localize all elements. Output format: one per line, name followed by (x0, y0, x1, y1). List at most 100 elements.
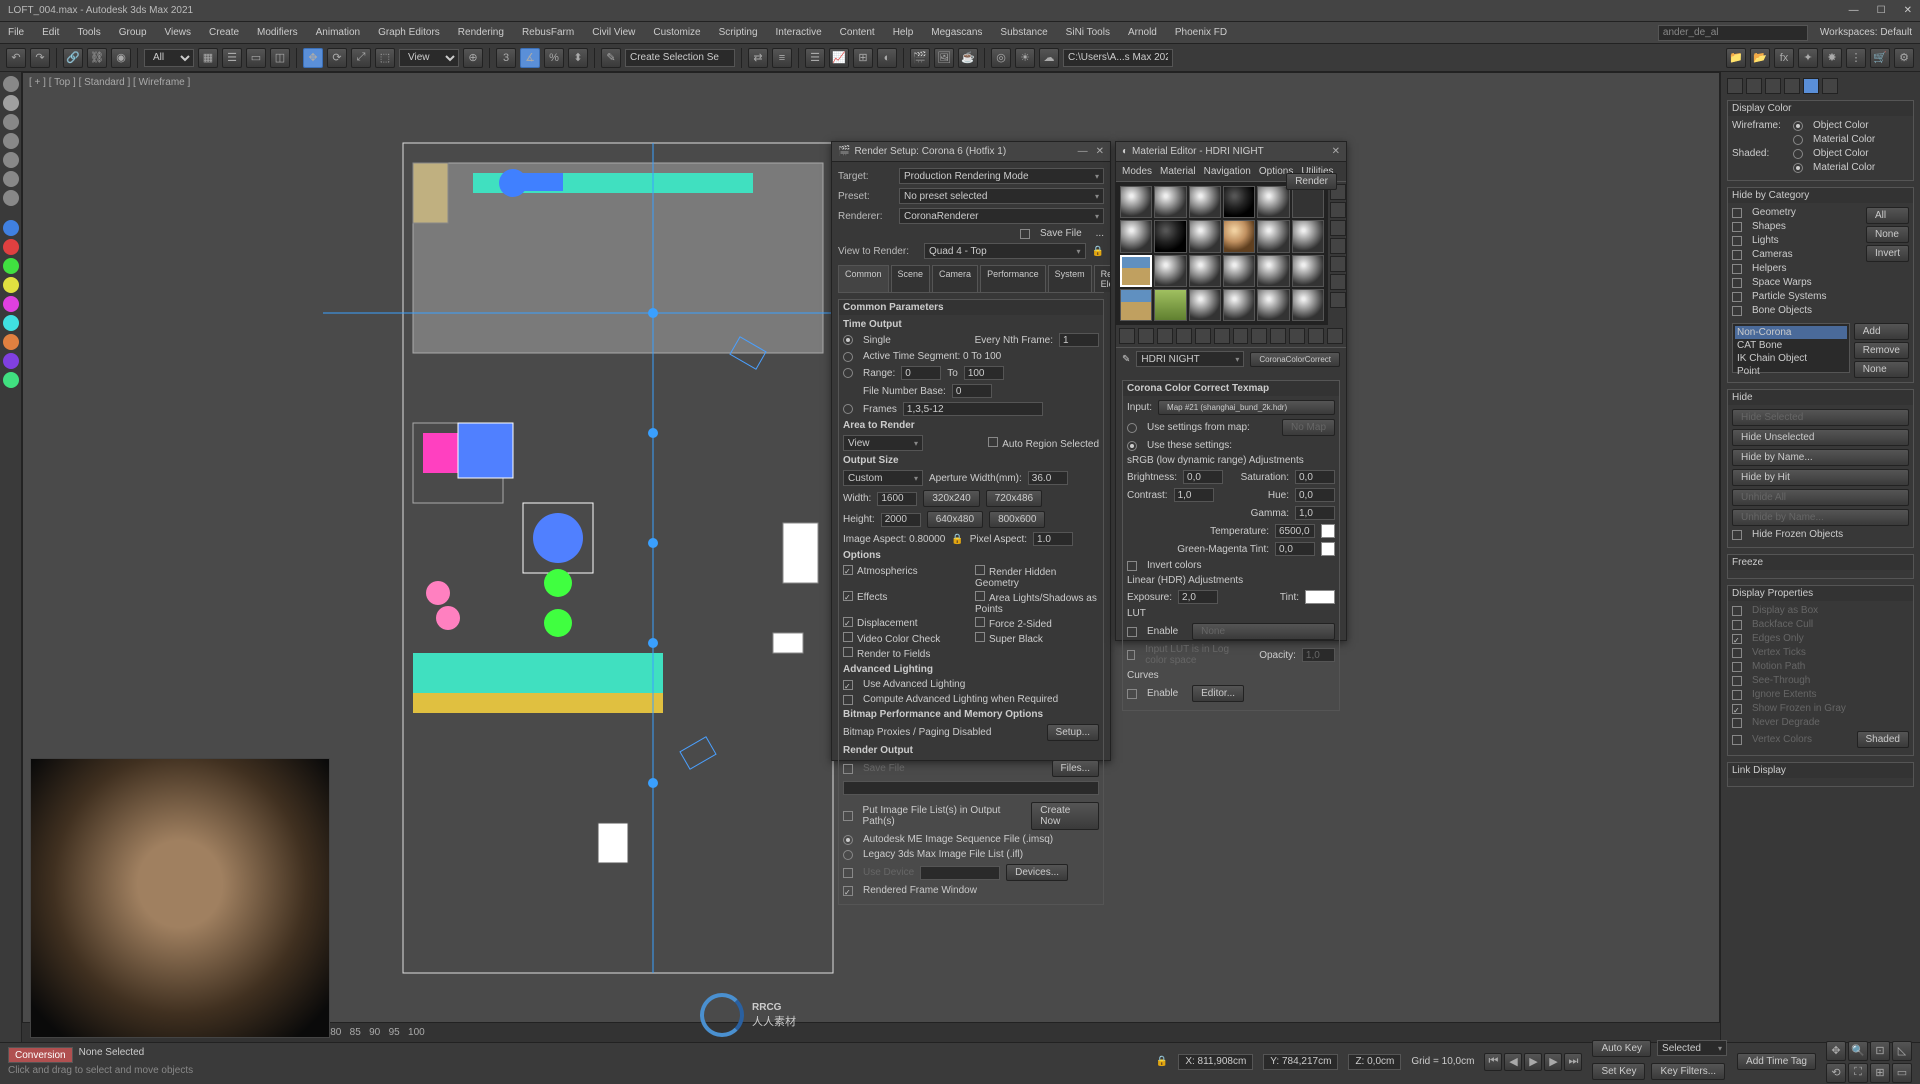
mat-slot-10[interactable] (1223, 220, 1255, 252)
maximize-icon[interactable]: ☐ (1877, 5, 1886, 16)
preset-dropdown[interactable]: No preset selected (899, 188, 1104, 204)
fx-icon[interactable]: fx (1774, 48, 1794, 68)
utilities-panel-icon[interactable] (1822, 78, 1838, 94)
devices-button[interactable]: Devices... (1006, 864, 1068, 881)
menu-rendering[interactable]: Rendering (458, 27, 504, 38)
viewport-label[interactable]: [ + ] [ Top ] [ Standard ] [ Wireframe ] (29, 77, 190, 88)
lock-icon[interactable]: 🔒 (1092, 246, 1104, 257)
mat-slot-20[interactable] (1154, 289, 1186, 321)
goto-end-icon[interactable]: ⏭ (1564, 1053, 1582, 1071)
tab-system[interactable]: System (1048, 265, 1092, 292)
shape-icon[interactable] (3, 95, 19, 111)
snap-icon[interactable]: 3 (496, 48, 516, 68)
mat-slot-22[interactable] (1223, 289, 1255, 321)
files-button[interactable]: Files... (1052, 760, 1099, 777)
video-check-icon[interactable] (1330, 256, 1346, 272)
hierarchy-panel-icon[interactable] (1765, 78, 1781, 94)
shaded-button[interactable]: Shaded (1857, 731, 1909, 748)
options-icon[interactable] (1330, 292, 1346, 308)
undo-icon[interactable]: ↶ (6, 48, 26, 68)
show-map-icon[interactable] (1270, 328, 1286, 344)
put-scene-icon[interactable] (1138, 328, 1154, 344)
rotate-icon[interactable]: ⟳ (327, 48, 347, 68)
spinner-snap-icon[interactable]: ⬍ (568, 48, 588, 68)
folder2-icon[interactable]: 📂 (1750, 48, 1770, 68)
close-icon[interactable]: ✕ (1904, 5, 1912, 16)
hide-header[interactable]: Hide (1728, 390, 1913, 405)
link-icon[interactable]: 🔗 (63, 48, 83, 68)
frames-input[interactable]: 1,3,5-12 (903, 402, 1043, 416)
named-selection-set[interactable] (625, 49, 735, 67)
mat-type-button[interactable]: CoronaColorCorrect (1250, 352, 1340, 367)
mat-tab-material[interactable]: Material (1160, 166, 1196, 177)
mat-close-icon[interactable]: ✕ (1332, 146, 1340, 157)
lock-aspect-icon[interactable]: 🔒 (951, 534, 963, 545)
menu-customize[interactable]: Customize (653, 27, 700, 38)
mat-slot-13[interactable] (1120, 255, 1152, 287)
curves-editor-button[interactable]: Editor... (1192, 685, 1244, 702)
warp-icon[interactable] (3, 171, 19, 187)
select-icon[interactable]: ▦ (198, 48, 218, 68)
select-name-icon[interactable]: ☰ (222, 48, 242, 68)
temp-swatch[interactable] (1321, 524, 1335, 538)
preview-icon[interactable] (1330, 274, 1346, 290)
mat-slot-15[interactable] (1189, 255, 1221, 287)
key-mode[interactable]: Selected (1657, 1040, 1727, 1056)
menu-interactive[interactable]: Interactive (776, 27, 822, 38)
li-magenta-icon[interactable] (3, 296, 19, 312)
pick-icon[interactable]: ✎ (1122, 354, 1130, 365)
user-search[interactable] (1658, 25, 1808, 41)
li-red-icon[interactable] (3, 239, 19, 255)
li-green-icon[interactable] (3, 258, 19, 274)
system-icon[interactable] (3, 190, 19, 206)
mat-slot-19[interactable] (1120, 289, 1152, 321)
li-cyan-icon[interactable] (3, 315, 19, 331)
mat-slot-24[interactable] (1292, 289, 1324, 321)
menu-scripting[interactable]: Scripting (719, 27, 758, 38)
mat-slot-9[interactable] (1189, 220, 1221, 252)
menu-create[interactable]: Create (209, 27, 239, 38)
render-icon[interactable]: ☕ (958, 48, 978, 68)
li-yellow-icon[interactable] (3, 277, 19, 293)
menu-civil-view[interactable]: Civil View (592, 27, 635, 38)
pivot-icon[interactable]: ⊕ (463, 48, 483, 68)
tab-camera[interactable]: Camera (932, 265, 978, 292)
assign-icon[interactable] (1157, 328, 1173, 344)
next-frame-icon[interactable]: ▶ (1544, 1053, 1562, 1071)
move-icon[interactable]: ✥ (303, 48, 323, 68)
background-icon[interactable] (1330, 220, 1346, 236)
mat-slot-6[interactable] (1292, 186, 1324, 218)
preset-320[interactable]: 320x240 (923, 490, 979, 507)
x-coord[interactable]: X: 811,908cm (1178, 1054, 1253, 1070)
make-unique-icon[interactable] (1214, 328, 1230, 344)
preset-720[interactable]: 720x486 (986, 490, 1042, 507)
modify-panel-icon[interactable] (1746, 78, 1762, 94)
render-close-icon[interactable]: ✕ (1096, 146, 1104, 157)
mat-slot-21[interactable] (1189, 289, 1221, 321)
set-key-button[interactable]: Set Key (1592, 1063, 1645, 1080)
menu-views[interactable]: Views (165, 27, 192, 38)
mat-tab-navigation[interactable]: Navigation (1204, 166, 1251, 177)
display-props-header[interactable]: Display Properties (1728, 586, 1913, 601)
curve-editor-icon[interactable]: 📈 (829, 48, 849, 68)
put-library-icon[interactable] (1233, 328, 1249, 344)
reset-icon[interactable] (1176, 328, 1192, 344)
lock-selection-icon[interactable]: 🔒 (1156, 1056, 1168, 1067)
gm-swatch[interactable] (1321, 542, 1335, 556)
layer-icon[interactable]: ☰ (805, 48, 825, 68)
mat-slot-12[interactable] (1292, 220, 1324, 252)
preset-800[interactable]: 800x600 (989, 511, 1045, 528)
light-icon[interactable] (3, 114, 19, 130)
selection-filter[interactable]: All (144, 49, 194, 67)
menu-substance[interactable]: Substance (1000, 27, 1047, 38)
display-color-header[interactable]: Display Color (1728, 101, 1913, 116)
hide-name-button[interactable]: Hide by Name... (1732, 449, 1909, 466)
add-button[interactable]: Add (1854, 323, 1909, 340)
tab-scene[interactable]: Scene (891, 265, 931, 292)
go-parent-icon[interactable] (1308, 328, 1324, 344)
single-radio[interactable] (843, 335, 853, 345)
mat-slot-16[interactable] (1223, 255, 1255, 287)
li-teal-icon[interactable] (3, 372, 19, 388)
mat-slot-2[interactable] (1154, 186, 1186, 218)
pan-icon[interactable]: ✥ (1826, 1041, 1846, 1061)
